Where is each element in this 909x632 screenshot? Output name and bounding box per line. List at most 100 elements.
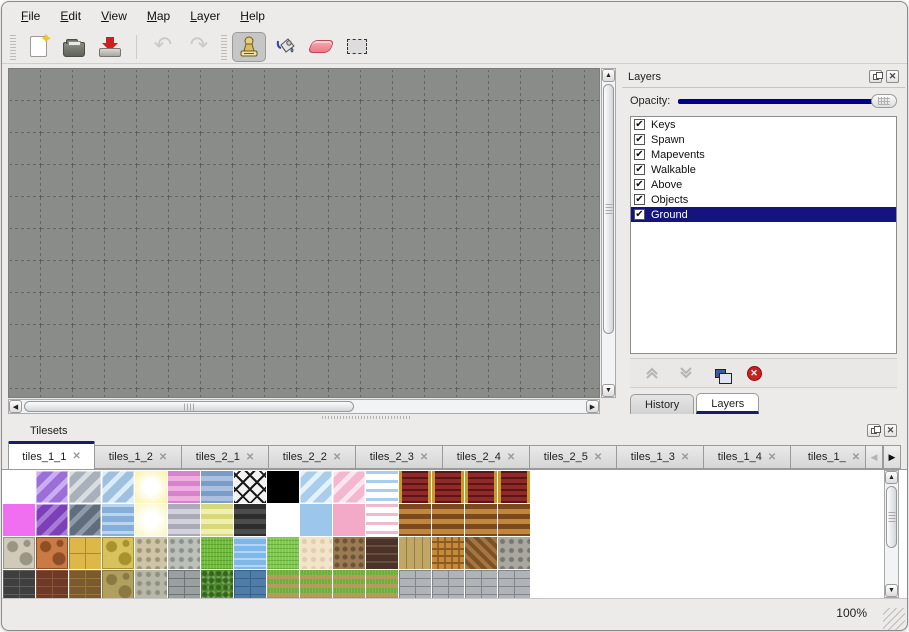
tile[interactable] [267,537,299,569]
scroll-right-button[interactable]: ▶ [586,400,599,413]
tile[interactable] [498,471,530,503]
tileset-tab-tiles_1_[interactable]: tiles_1_✕ [791,445,866,469]
redo-button[interactable]: ↷ [182,32,216,62]
layer-visibility-checkbox[interactable]: ✔ [634,179,645,190]
tile[interactable] [201,537,233,569]
canvas-vertical-scrollbar[interactable]: ▲ ▼ [601,68,616,398]
tile[interactable] [300,570,332,598]
tile[interactable] [234,537,266,569]
tile[interactable] [234,570,266,598]
close-tab-icon[interactable]: ✕ [420,452,428,463]
tileset-tab-tiles_1_1[interactable]: tiles_1_1✕ [8,441,95,469]
tile[interactable] [366,537,398,569]
tile[interactable] [168,471,200,503]
layer-visibility-checkbox[interactable]: ✔ [634,164,645,175]
close-tab-icon[interactable]: ✕ [246,452,254,463]
float-tilesets-button[interactable] [867,424,880,437]
layer-visibility-checkbox[interactable]: ✔ [634,119,645,130]
new-map-button[interactable]: ✦ [21,32,55,62]
tile[interactable] [300,471,332,503]
tile[interactable] [399,537,431,569]
menu-view[interactable]: View [92,6,136,26]
tile[interactable] [69,570,101,598]
tab-history[interactable]: History [630,394,694,414]
tileset-tab-tiles_1_4[interactable]: tiles_1_4✕ [704,445,791,469]
layer-visibility-checkbox[interactable]: ✔ [634,134,645,145]
scroll-left-button[interactable]: ◀ [9,400,22,413]
tile[interactable] [102,471,134,503]
opacity-slider-handle[interactable] [871,94,897,108]
tile[interactable] [399,471,431,503]
opacity-slider[interactable] [678,93,897,109]
tile[interactable] [102,504,134,536]
tile[interactable] [498,504,530,536]
splitter-grip[interactable] [322,416,412,419]
open-map-button[interactable] [57,32,91,62]
tile[interactable] [432,504,464,536]
tile[interactable] [168,570,200,598]
scroll-down-button[interactable]: ▼ [602,384,615,397]
fill-tool-button[interactable] [268,32,302,62]
tile[interactable] [333,537,365,569]
tile[interactable] [102,570,134,598]
layer-row-ground[interactable]: ✔Ground [631,207,896,222]
toolbar-grip-2[interactable] [221,34,227,60]
tileset-tab-tiles_2_2[interactable]: tiles_2_2✕ [269,445,356,469]
scroll-down-button[interactable]: ▼ [885,584,898,597]
menu-help[interactable]: Help [231,6,274,26]
tile[interactable] [300,537,332,569]
close-tab-icon[interactable]: ✕ [159,452,167,463]
close-panel-button[interactable]: ✕ [886,70,899,83]
stamp-tool-button[interactable] [232,32,266,62]
tile[interactable] [69,471,101,503]
tileset-tab-tiles_2_1[interactable]: tiles_2_1✕ [182,445,269,469]
layer-row-mapevents[interactable]: ✔Mapevents [631,147,896,162]
tile[interactable] [36,504,68,536]
tile[interactable] [399,504,431,536]
layer-visibility-checkbox[interactable]: ✔ [634,149,645,160]
float-panel-button[interactable] [869,70,882,83]
tile[interactable] [201,504,233,536]
tile[interactable] [498,570,530,598]
tile[interactable] [300,504,332,536]
tile[interactable] [36,471,68,503]
layer-row-walkable[interactable]: ✔Walkable [631,162,896,177]
tile[interactable] [333,570,365,598]
tileset-scroll-thumb[interactable] [886,486,897,548]
tile[interactable] [135,537,167,569]
tile[interactable] [3,570,35,598]
tab-scroll-left-button[interactable]: ◀ [865,445,883,469]
tile[interactable] [465,570,497,598]
scroll-up-button[interactable]: ▲ [885,471,898,484]
tile[interactable] [36,570,68,598]
tileset-tab-tiles_2_5[interactable]: tiles_2_5✕ [530,445,617,469]
tile[interactable] [366,504,398,536]
tile[interactable] [3,504,35,536]
tile[interactable] [168,537,200,569]
layer-row-keys[interactable]: ✔Keys [631,117,896,132]
tile[interactable] [465,537,497,569]
tile[interactable] [36,537,68,569]
tab-layers[interactable]: Layers [696,393,759,414]
tile[interactable] [267,570,299,598]
toolbar-grip[interactable] [10,34,16,60]
save-map-button[interactable] [93,32,127,62]
tile[interactable] [168,504,200,536]
delete-layer-button[interactable]: ✕ [744,363,764,383]
tile[interactable] [234,471,266,503]
tile[interactable] [201,570,233,598]
tile[interactable] [267,504,299,536]
resize-grip-icon[interactable] [883,608,905,630]
menu-map[interactable]: Map [138,6,179,26]
raise-layer-button[interactable] [642,363,662,383]
tile[interactable] [399,570,431,598]
horizontal-scroll-thumb[interactable] [24,401,354,412]
tile[interactable] [102,537,134,569]
tile[interactable] [135,570,167,598]
layer-row-objects[interactable]: ✔Objects [631,192,896,207]
eraser-tool-button[interactable] [304,32,338,62]
close-tilesets-button[interactable]: ✕ [884,424,897,437]
menu-layer[interactable]: Layer [181,6,229,26]
tile[interactable] [135,471,167,503]
canvas-horizontal-scrollbar[interactable]: ◀ ▶ [8,399,600,414]
